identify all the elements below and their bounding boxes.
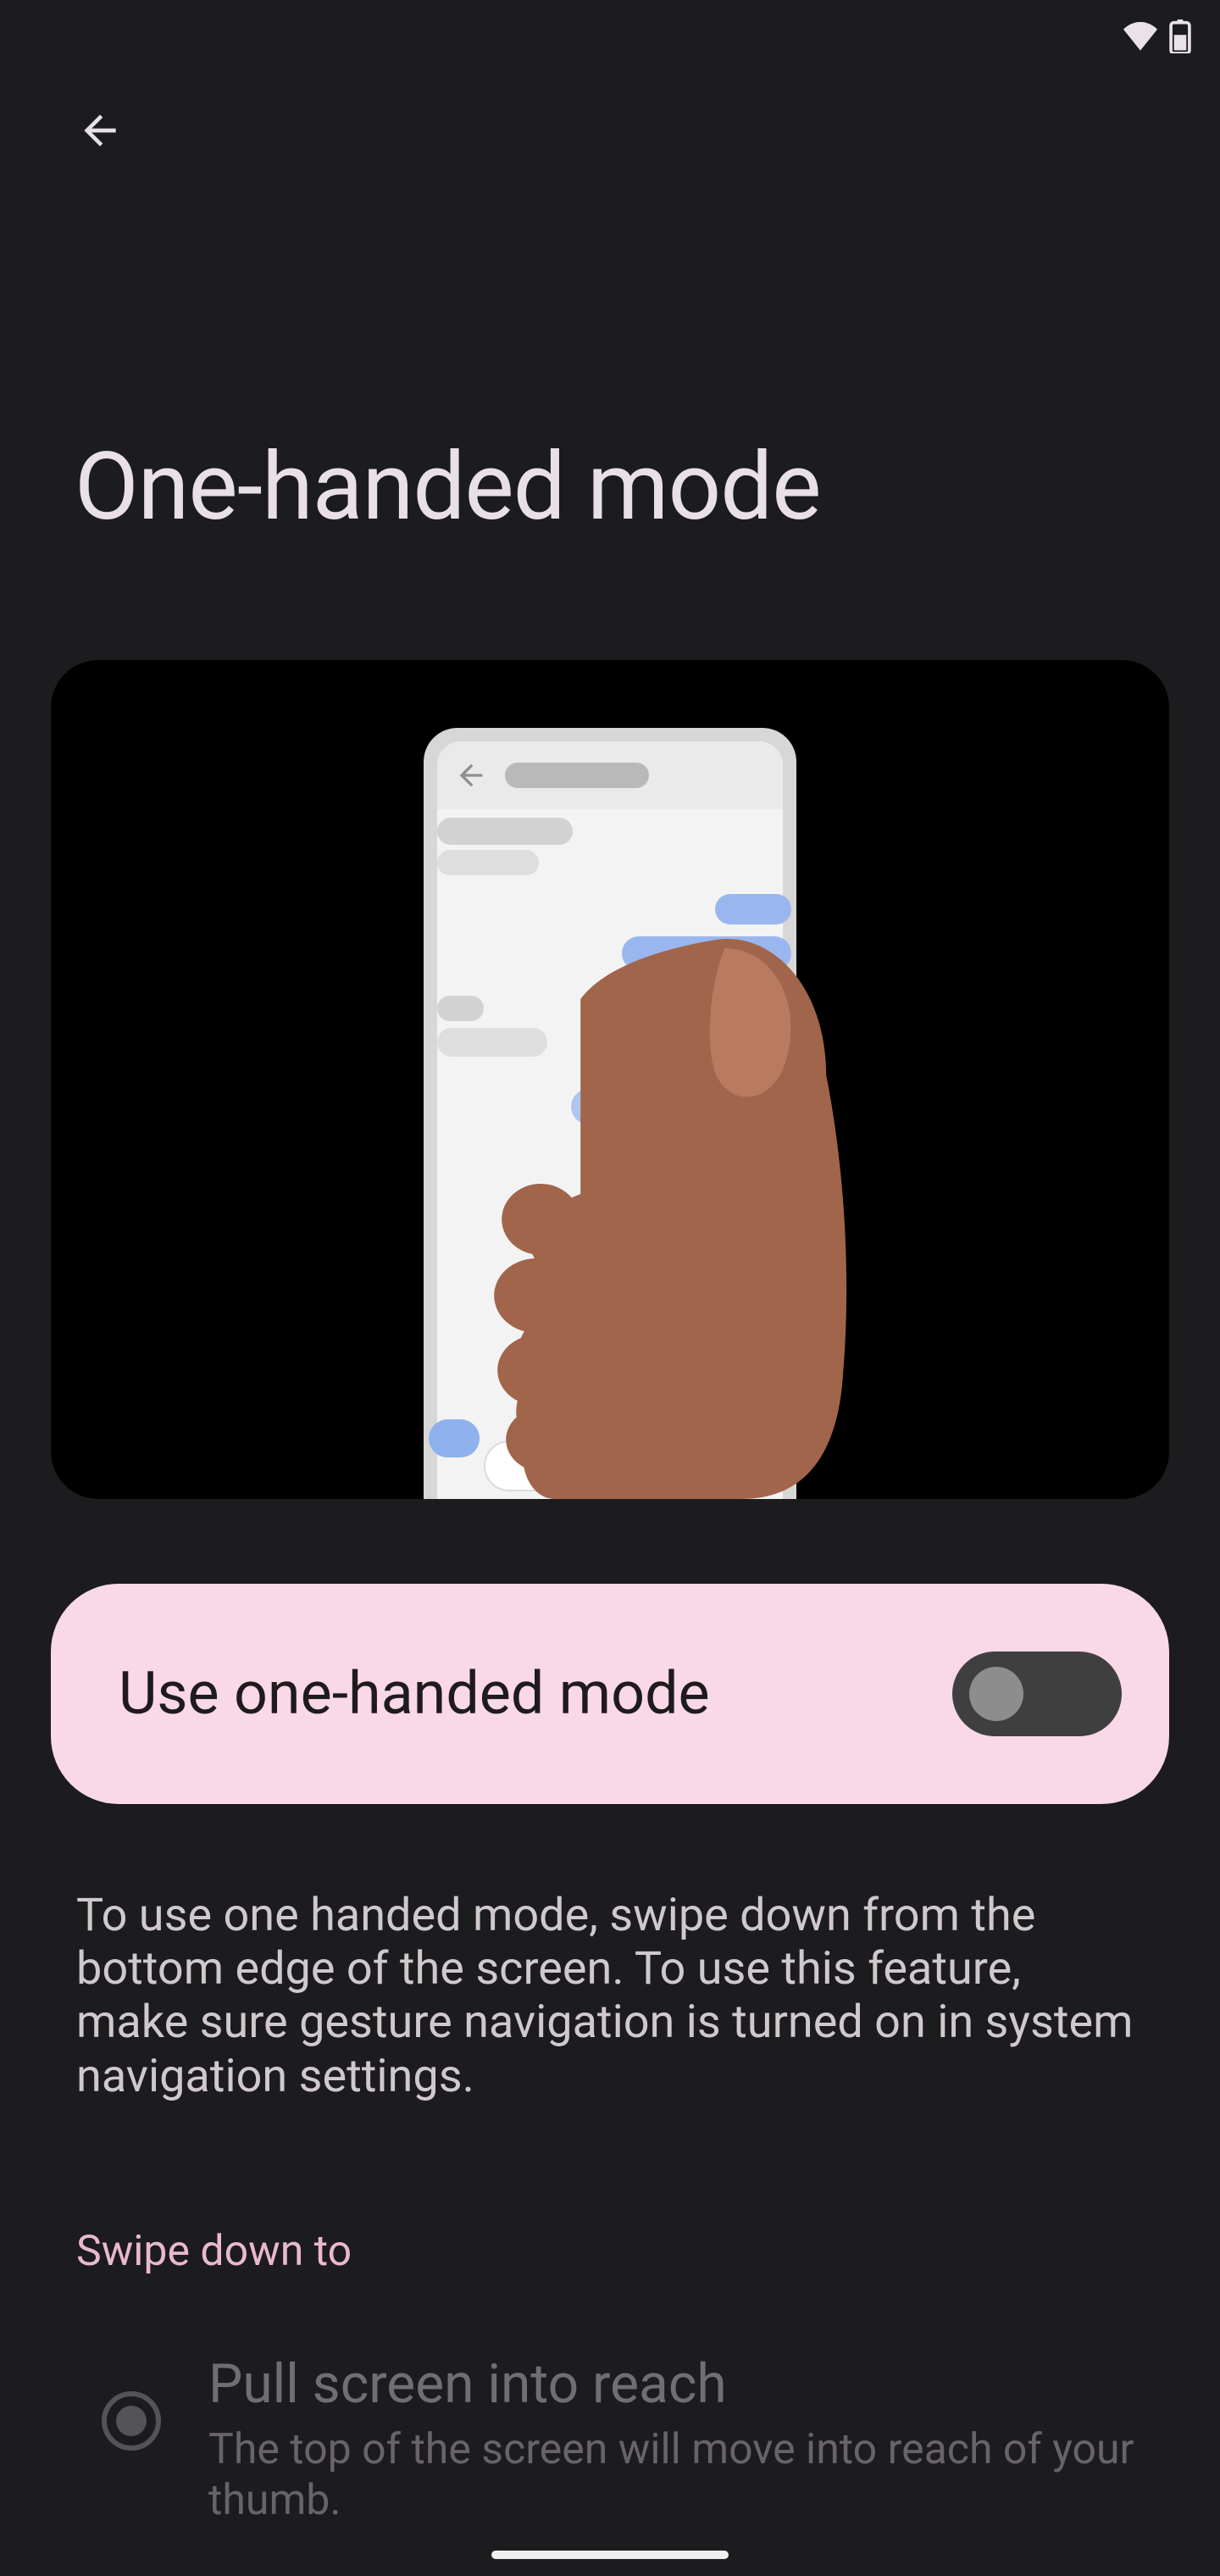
option-title: Pull screen into reach [208, 2352, 1169, 2416]
radio-selected-icon [102, 2391, 161, 2451]
battery-icon [1169, 19, 1191, 57]
wifi-icon [1123, 22, 1157, 54]
illustration-hand [301, 796, 945, 1499]
primary-toggle-switch[interactable] [952, 1652, 1122, 1736]
feature-illustration [51, 660, 1169, 1499]
option-pull-screen[interactable]: Pull screen into reach The top of the sc… [102, 2352, 1169, 2526]
primary-toggle-card[interactable]: Use one-handed mode [51, 1584, 1169, 1804]
primary-toggle-label: Use one-handed mode [119, 1659, 710, 1729]
option-subtitle: The top of the screen will move into rea… [208, 2424, 1169, 2526]
status-bar [0, 0, 1220, 76]
back-button[interactable] [59, 91, 141, 172]
app-bar [0, 76, 1220, 186]
illustration-back-icon [454, 758, 488, 792]
feature-description: To use one handed mode, swipe down from … [76, 1889, 1144, 2103]
page-title: One-handed mode [0, 186, 1220, 541]
section-header-swipe-down-to: Swipe down to [76, 2227, 1220, 2276]
gesture-nav-pill[interactable] [491, 2551, 729, 2559]
arrow-back-icon [76, 107, 124, 157]
